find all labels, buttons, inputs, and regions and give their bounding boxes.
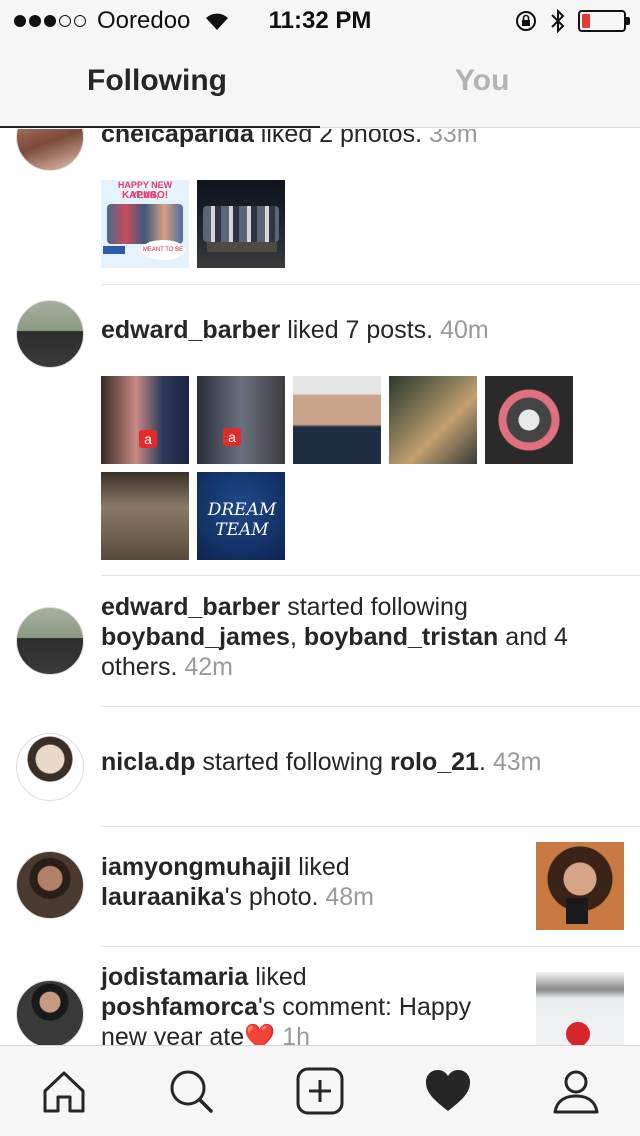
- photo-thumbnail[interactable]: DREAM TEAM: [197, 472, 285, 560]
- avatar[interactable]: [16, 300, 84, 368]
- timestamp: 42m: [184, 653, 234, 681]
- avatar[interactable]: [16, 607, 84, 675]
- photo-thumbnail[interactable]: [536, 972, 624, 1045]
- activity-text: jodistamaria liked poshfamorca's comment…: [101, 962, 521, 1045]
- bottom-tab-bar: [0, 1045, 640, 1136]
- heart-emoji: ❤️: [244, 1023, 276, 1045]
- add-icon[interactable]: [295, 1066, 345, 1116]
- activity-feed[interactable]: chelcaparida liked 2 photos. 33m HAPPY N…: [0, 129, 640, 1045]
- avatar[interactable]: [16, 733, 84, 801]
- timestamp: 48m: [325, 883, 374, 911]
- avatar[interactable]: [16, 129, 84, 171]
- username-link[interactable]: iamyongmuhajil: [101, 853, 291, 881]
- status-bar: Ooredoo 11:32 PM: [0, 0, 640, 40]
- activity-text: edward_barber liked 7 posts. 40m: [101, 316, 489, 344]
- avatar[interactable]: [16, 980, 84, 1045]
- username-link[interactable]: poshfamorca: [101, 993, 258, 1021]
- photo-thumbnail[interactable]: [293, 376, 381, 464]
- active-tab-indicator: [0, 126, 320, 128]
- username-link[interactable]: nicla.dp: [101, 748, 195, 776]
- username-link[interactable]: lauraanika: [101, 883, 225, 911]
- username-link[interactable]: boyband_tristan: [304, 623, 498, 651]
- username-link[interactable]: rolo_21: [390, 748, 479, 776]
- username-link[interactable]: edward_barber: [101, 593, 280, 621]
- activity-text: chelcaparida liked 2 photos. 33m: [101, 129, 478, 149]
- tab-you[interactable]: You: [455, 64, 509, 98]
- photo-thumbnail[interactable]: HAPPY NEW YEAR, KAPUSO! MEANT TO BE: [101, 180, 189, 268]
- home-icon[interactable]: [39, 1066, 89, 1116]
- tab-following[interactable]: Following: [87, 64, 227, 98]
- photo-thumbnail[interactable]: [197, 180, 285, 268]
- username-link[interactable]: boyband_james: [101, 623, 290, 651]
- username-link[interactable]: edward_barber: [101, 316, 280, 344]
- photo-thumbnail[interactable]: [389, 376, 477, 464]
- timestamp: 40m: [440, 316, 489, 344]
- timestamp: 43m: [492, 748, 542, 776]
- activity-text: nicla.dp started following rolo_21. 43m: [101, 748, 542, 776]
- rotation-lock-icon: [516, 11, 536, 31]
- photo-thumbnail[interactable]: a: [101, 376, 189, 464]
- timestamp: 33m: [428, 129, 478, 148]
- timestamp: 1h: [282, 1023, 311, 1045]
- activity-text: iamyongmuhajil liked lauraanika's photo.…: [101, 853, 374, 911]
- search-icon[interactable]: [166, 1066, 216, 1116]
- activity-text: edward_barber started following boyband_…: [101, 593, 568, 681]
- username-link[interactable]: chelcaparida: [101, 129, 254, 148]
- username-link[interactable]: jodistamaria: [101, 963, 248, 991]
- avatar[interactable]: [16, 851, 84, 919]
- bluetooth-icon: [551, 8, 565, 34]
- activity-tabs: Following You: [0, 40, 640, 128]
- battery-icon: [578, 10, 630, 32]
- profile-icon[interactable]: [551, 1066, 601, 1116]
- heart-icon[interactable]: [423, 1066, 473, 1116]
- photo-thumbnail[interactable]: [101, 472, 189, 560]
- liked-posts: a a DREAM TEAM: [101, 376, 581, 560]
- photo-thumbnail[interactable]: a: [197, 376, 285, 464]
- photo-thumbnail[interactable]: [536, 842, 624, 930]
- photo-thumbnail[interactable]: [485, 376, 573, 464]
- liked-photos: HAPPY NEW YEAR, KAPUSO! MEANT TO BE: [101, 180, 581, 268]
